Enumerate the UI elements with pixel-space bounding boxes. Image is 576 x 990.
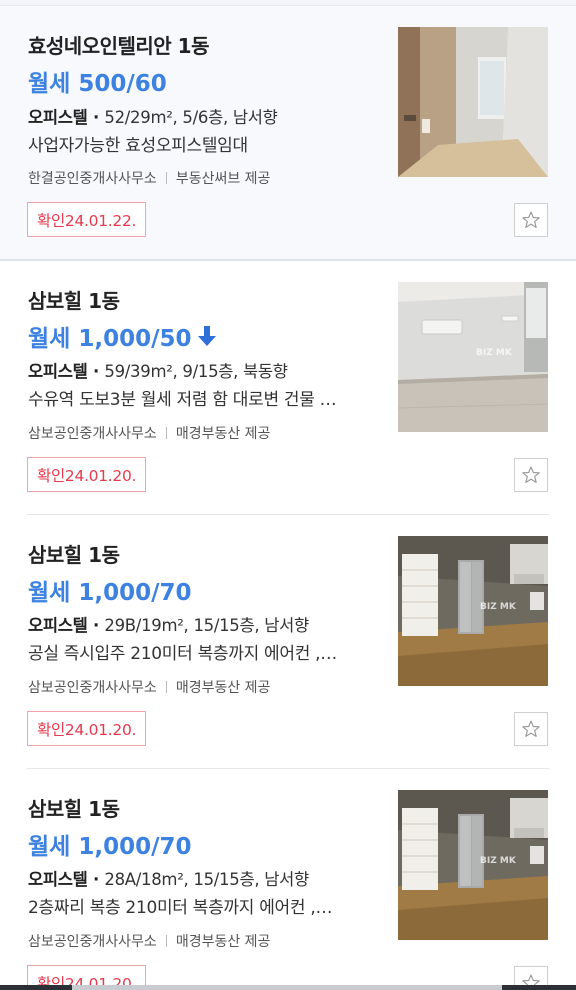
- watermark-text: BIZ MK: [476, 348, 512, 358]
- listing-description: 2층짜리 복층 210미터 복층까지 에어컨 ,…: [28, 898, 333, 918]
- spec-text: 59/39m², 9/15층, 북동향: [104, 362, 288, 381]
- listing-photo[interactable]: BIZ MK: [398, 790, 548, 940]
- room-photo: [398, 282, 548, 432]
- agent-name: 삼보공인중개사사무소: [28, 934, 157, 950]
- listing-photo[interactable]: [398, 27, 548, 177]
- listing-spec: 오피스텔 · 52/29m², 5/6층, 남서향: [28, 104, 278, 128]
- listing-description: 공실 즉시입주 210미터 복층까지 에어컨 ,…: [28, 644, 337, 664]
- listing-list: 효성네오인텔리안 1동 월세 500/60 오피스텔 · 52/29m², 5/…: [0, 0, 576, 990]
- listing-description: 수유역 도보3분 월세 저렴 함 대로변 건물 …: [28, 390, 337, 410]
- type-separator: ·: [87, 870, 105, 889]
- provider-name: 부동산써브 제공: [175, 171, 271, 187]
- divider: [165, 172, 167, 184]
- divider: [165, 427, 167, 439]
- listing-agent: 삼보공인중개사사무소 매경부동산 제공: [28, 931, 270, 951]
- confirmed-date-badge: 확인24.01.20.: [27, 457, 147, 492]
- listing-price: 월세 1,000/70: [28, 827, 192, 861]
- listing-spec: 오피스텔 · 29B/19m², 15/15층, 남서향: [28, 612, 309, 636]
- confirmed-date-badge: 확인24.01.20.: [27, 711, 147, 746]
- listing-item[interactable]: 삼보힐 1동 월세 1,000/70 오피스텔 · 28A/18m², 15/1…: [0, 769, 576, 990]
- confirmed-date-badge: 확인24.01.22.: [27, 202, 147, 237]
- listing-photo[interactable]: BIZ MK: [398, 282, 548, 432]
- watermark-text: BIZ MK: [480, 856, 516, 866]
- spec-text: 28A/18m², 15/15층, 남서향: [104, 870, 309, 889]
- agent-name: 삼보공인중개사사무소: [28, 680, 157, 696]
- property-type: 오피스텔: [28, 108, 88, 127]
- agent-name: 삼보공인중개사사무소: [28, 426, 157, 442]
- property-type: 오피스텔: [28, 616, 88, 635]
- price-text: 월세 1,000/70: [28, 834, 192, 860]
- provider-name: 매경부동산 제공: [175, 426, 271, 442]
- listing-agent: 한결공인중개사사무소 부동산써브 제공: [28, 168, 270, 188]
- type-separator: ·: [87, 616, 105, 635]
- listing-item[interactable]: 삼보힐 1동 월세 1,000/70 오피스텔 · 29B/19m², 15/1…: [0, 515, 576, 769]
- listing-price: 월세 1,000/70: [28, 573, 192, 607]
- property-type: 오피스텔: [28, 870, 88, 889]
- provider-name: 매경부동산 제공: [175, 934, 271, 950]
- spec-text: 29B/19m², 15/15층, 남서향: [104, 616, 309, 635]
- horizontal-scrollbar[interactable]: [0, 985, 576, 990]
- listing-title[interactable]: 삼보힐 1동: [28, 793, 120, 822]
- price-text: 월세 500/60: [28, 71, 167, 97]
- star-icon: [522, 720, 540, 737]
- listing-description: 사업자가능한 효성오피스텔임대: [28, 136, 248, 156]
- listing-spec: 오피스텔 · 28A/18m², 15/15층, 남서향: [28, 866, 309, 890]
- listing-agent: 삼보공인중개사사무소 매경부동산 제공: [28, 677, 270, 697]
- type-separator: ·: [87, 362, 105, 381]
- favorite-button[interactable]: [514, 712, 548, 746]
- star-icon: [522, 211, 540, 228]
- listing-photo[interactable]: BIZ MK: [398, 536, 548, 686]
- listing-title[interactable]: 삼보힐 1동: [28, 285, 120, 314]
- agent-name: 한결공인중개사사무소: [28, 171, 157, 187]
- listing-agent: 삼보공인중개사사무소 매경부동산 제공: [28, 423, 270, 443]
- price-down-icon: [197, 325, 216, 347]
- favorite-button[interactable]: [514, 203, 548, 237]
- property-type: 오피스텔: [28, 362, 88, 381]
- listing-title[interactable]: 효성네오인텔리안 1동: [28, 30, 209, 59]
- provider-name: 매경부동산 제공: [175, 680, 271, 696]
- listing-spec: 오피스텔 · 59/39m², 9/15층, 북동향: [28, 358, 288, 382]
- price-text: 월세 1,000/70: [28, 580, 192, 606]
- listing-item[interactable]: 효성네오인텔리안 1동 월세 500/60 오피스텔 · 52/29m², 5/…: [0, 6, 576, 261]
- spec-text: 52/29m², 5/6층, 남서향: [104, 108, 278, 127]
- listing-price: 월세 1,000/50: [28, 319, 216, 353]
- listing-price: 월세 500/60: [28, 64, 167, 98]
- divider: [165, 935, 167, 947]
- scrollbar-thumb[interactable]: [72, 985, 502, 990]
- hallway-photo: [398, 27, 548, 177]
- listing-title[interactable]: 삼보힐 1동: [28, 539, 120, 568]
- divider: [165, 681, 167, 693]
- listing-item[interactable]: 삼보힐 1동 월세 1,000/50 오피스텔 · 59/39m², 9/15층…: [0, 261, 576, 515]
- favorite-button[interactable]: [514, 458, 548, 492]
- price-text: 월세 1,000/50: [28, 326, 192, 352]
- type-separator: ·: [87, 108, 105, 127]
- duplex-photo: [398, 536, 548, 686]
- duplex-photo: [398, 790, 548, 940]
- star-icon: [522, 466, 540, 483]
- watermark-text: BIZ MK: [480, 602, 516, 612]
